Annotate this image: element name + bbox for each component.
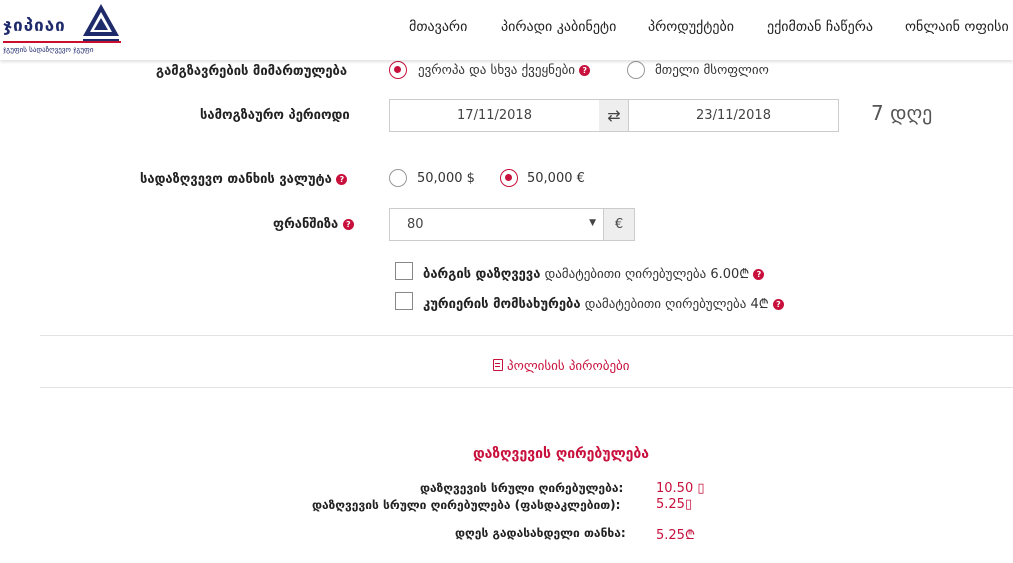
currency-label: სადაზღვევო თანხის ვალუტა ? (140, 172, 348, 187)
company-logo[interactable]: ჯიპიაი ჯგუფის სადაზღვევო ჯგუფი (3, 2, 121, 58)
divider (40, 335, 1013, 336)
franchise-value: 80 (407, 217, 424, 232)
cost-title: დაზღვევის ღირებულება (473, 446, 650, 462)
dropdown-caret-icon: ▼ (589, 218, 596, 228)
nav-item-products[interactable]: პროდუქტები (648, 19, 734, 35)
cost-due-today-label: დღეს გადასახდელი თანხა: (455, 526, 626, 540)
nav-item-personal-cabinet[interactable]: პირადი კაბინეტი (501, 19, 616, 35)
baggage-insurance-label: ბარგის დაზღვევა დამატებითი ღირებულება 6.… (423, 264, 765, 282)
help-icon[interactable]: ? (772, 299, 784, 310)
logo-underline (3, 41, 121, 43)
nav-item-doctor-appointment[interactable]: ექიმთან ჩაწერა (767, 19, 873, 35)
policy-terms-link[interactable]: პოლისის პირობები (493, 359, 630, 374)
mountain-logo-icon (83, 4, 119, 41)
courier-service-label: კურიერის მომსახურება დამატებითი ღირებულე… (423, 294, 784, 312)
currency-usd-radio[interactable] (389, 169, 407, 187)
nav-item-home[interactable]: მთავარი (409, 19, 467, 35)
logo-tagline: ჯგუფის სადაზღვევო ჯგუფი (3, 46, 94, 54)
divider (40, 387, 1013, 388)
cost-full-value: 10.50 ▯ (656, 481, 705, 496)
franchise-select[interactable]: 80 ▼ (389, 208, 604, 241)
period-label: სამოგზაურო პერიოდი (200, 108, 350, 123)
direction-europe-option: ევროპა და სხვა ქვეყნები ? (418, 63, 591, 78)
start-date-input[interactable]: 17/11/2018 (389, 99, 600, 132)
top-header: ჯიპიაი ჯგუფის სადაზღვევო ჯგუფი მთავარი პ… (0, 0, 1013, 60)
swap-arrows-icon[interactable]: ⇄ (599, 99, 629, 132)
help-icon[interactable]: ? (336, 174, 348, 185)
nav-item-online-office[interactable]: ონლაინ ოფისი (905, 19, 1009, 35)
baggage-insurance-checkbox[interactable] (395, 262, 413, 280)
help-icon[interactable]: ? (342, 219, 354, 230)
direction-world-radio[interactable] (627, 61, 645, 79)
logo-wordmark: ჯიპიაი (3, 16, 66, 36)
page: ჯიპიაი ჯგუფის სადაზღვევო ჯგუფი მთავარი პ… (0, 0, 1013, 563)
cost-discounted-label: დაზღვევის სრული ღირებულება (ფასდაკლებით)… (312, 498, 621, 512)
direction-europe-radio[interactable] (389, 61, 407, 79)
cost-discounted-value: 5.25▯ (656, 497, 693, 512)
cost-full-label: დაზღვევის სრული ღირებულება: (420, 481, 624, 495)
currency-eur-radio[interactable] (500, 169, 518, 187)
trip-days-count: 7 დღე (871, 101, 933, 125)
currency-eur-option: 50,000 € (527, 171, 585, 186)
help-icon[interactable]: ? (753, 269, 765, 280)
currency-usd-option: 50,000 $ (417, 171, 475, 186)
direction-world-option: მთელი მსოფლიო (655, 63, 769, 78)
franchise-label: ფრანშიზა ? (273, 217, 354, 232)
direction-label: გამგზავრების მიმართულება (156, 64, 348, 79)
help-icon[interactable]: ? (579, 65, 591, 76)
cost-due-today-value: 5.25₾ (656, 528, 695, 543)
courier-service-checkbox[interactable] (395, 292, 413, 310)
end-date-input[interactable]: 23/11/2018 (628, 99, 839, 132)
pdf-icon (493, 359, 503, 371)
franchise-currency-addon: € (603, 208, 635, 241)
